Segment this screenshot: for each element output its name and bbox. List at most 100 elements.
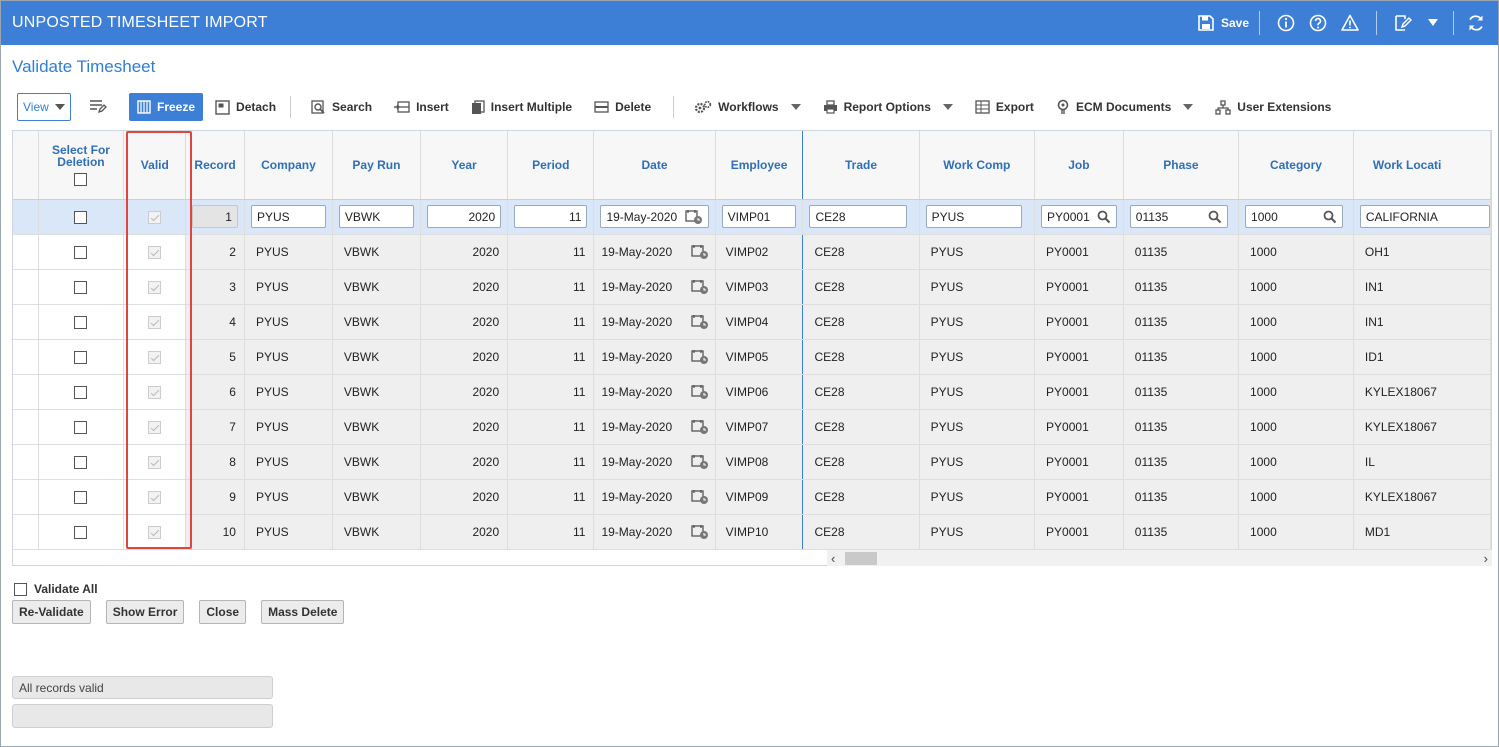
export-button[interactable]: Export	[967, 93, 1042, 121]
category-cell[interactable]: 1000	[1238, 269, 1354, 305]
select-for-deletion-checkbox[interactable]	[74, 350, 88, 364]
work-location-cell[interactable]: KYLEX18067	[1353, 409, 1491, 445]
period-cell[interactable]: 11	[507, 269, 595, 305]
work-location-input[interactable]: CALIFORNIA	[1359, 205, 1490, 228]
employee-cell[interactable]: VIMP06	[715, 374, 804, 410]
chevron-down-icon[interactable]	[1423, 13, 1443, 33]
period-cell[interactable]: 11	[507, 409, 595, 445]
edit-icon[interactable]	[1393, 13, 1413, 33]
date-cell[interactable]: 19-May-2020	[593, 234, 716, 270]
table-row[interactable]: 8 PYUS VBWK 2020 11 19-May-2020 VIMP08 CE28 PYUS…	[13, 444, 1491, 480]
pay-run-cell[interactable]: VBWK	[332, 409, 421, 445]
phase-cell[interactable]: 01135	[1123, 409, 1240, 445]
detach-button[interactable]: Detach	[207, 93, 284, 121]
select-for-deletion-checkbox[interactable]	[74, 420, 88, 434]
work-comp-input[interactable]: PYUS	[925, 205, 1023, 228]
select-for-deletion-checkbox[interactable]	[74, 210, 88, 224]
company-cell[interactable]: PYUS	[244, 409, 333, 445]
delete-button[interactable]: Delete	[586, 93, 659, 121]
pay-run-cell[interactable]: VBWK	[332, 514, 421, 550]
period-cell[interactable]: 11	[507, 514, 595, 550]
job-cell[interactable]: PY0001	[1034, 234, 1124, 270]
ecm-documents-button[interactable]: ECM Documents	[1048, 93, 1201, 121]
pay-run-cell[interactable]: VBWK	[332, 374, 421, 410]
table-row[interactable]: 4 PYUS VBWK 2020 11 19-May-2020 VIMP04 CE28 PYUS…	[13, 304, 1491, 340]
info-icon[interactable]	[1276, 13, 1296, 33]
work-location-cell[interactable]: KYLEX18067	[1353, 479, 1491, 515]
date-cell[interactable]: 19-May-2020	[593, 514, 716, 550]
validate-all-option[interactable]: Validate All	[14, 582, 98, 596]
row-indicator[interactable]	[13, 269, 39, 305]
select-for-deletion-checkbox[interactable]	[74, 385, 88, 399]
category-cell[interactable]: 1000	[1238, 234, 1354, 270]
period-cell[interactable]: 11	[507, 339, 595, 375]
year-cell[interactable]: 2020	[420, 479, 509, 515]
category-input[interactable]: 1000	[1245, 205, 1343, 228]
table-row[interactable]: 3 PYUS VBWK 2020 11 19-May-2020 VIMP03 CE28 PYUS…	[13, 269, 1491, 305]
trade-input[interactable]: CE28	[809, 205, 907, 228]
year-cell[interactable]: 2020	[420, 304, 509, 340]
phase-cell[interactable]: 01135	[1123, 304, 1240, 340]
date-cell[interactable]: 19-May-2020	[593, 374, 716, 410]
column-header-employee[interactable]: Employee	[715, 131, 804, 200]
year-cell[interactable]: 2020	[420, 234, 509, 270]
category-cell[interactable]: 1000	[1238, 304, 1354, 340]
calendar-icon[interactable]	[690, 349, 709, 365]
calendar-icon[interactable]	[684, 209, 703, 225]
column-header-year[interactable]: Year	[420, 131, 509, 200]
table-row[interactable]: 2 PYUS VBWK 2020 11 19-May-2020 VIMP02 CE28 PYUS…	[13, 234, 1491, 270]
scrollbar-thumb[interactable]	[845, 552, 877, 565]
work-comp-cell[interactable]: PYUS	[919, 269, 1036, 305]
date-cell[interactable]: 19-May-2020	[593, 409, 716, 445]
calendar-icon[interactable]	[690, 384, 709, 400]
table-row[interactable]: 1 PYUS VBWK 2020 11 19-May-2020 VIMP01 C…	[13, 199, 1491, 235]
calendar-icon[interactable]	[690, 489, 709, 505]
year-cell[interactable]: 2020	[420, 269, 509, 305]
select-for-deletion-checkbox[interactable]	[74, 280, 88, 294]
column-header-trade[interactable]: Trade	[802, 131, 920, 200]
column-header-work-location[interactable]: Work Locati	[1353, 131, 1491, 200]
user-extensions-button[interactable]: User Extensions	[1207, 93, 1339, 121]
phase-cell[interactable]: 01135	[1123, 234, 1240, 270]
work-comp-cell[interactable]: PYUS	[919, 304, 1036, 340]
report-options-button[interactable]: Report Options	[815, 93, 961, 121]
job-cell[interactable]: PY0001	[1034, 269, 1124, 305]
row-indicator[interactable]	[13, 374, 39, 410]
company-cell[interactable]: PYUS	[244, 374, 333, 410]
job-input[interactable]: PY0001	[1041, 205, 1117, 228]
column-header-period[interactable]: Period	[507, 131, 595, 200]
trade-cell[interactable]: CE28	[802, 304, 920, 340]
work-location-cell[interactable]: IN1	[1353, 304, 1491, 340]
pay-run-input[interactable]: VBWK	[338, 205, 414, 228]
phase-cell[interactable]: 01135	[1123, 374, 1240, 410]
work-comp-cell[interactable]: PYUS	[919, 409, 1036, 445]
row-indicator[interactable]	[13, 479, 39, 515]
column-header-valid[interactable]: Valid	[123, 131, 187, 200]
employee-input[interactable]: VIMP01	[721, 205, 797, 228]
year-cell[interactable]: 2020	[420, 339, 509, 375]
column-header-phase[interactable]: Phase	[1123, 131, 1240, 200]
select-all-checkbox[interactable]	[74, 172, 88, 186]
pay-run-cell[interactable]: VBWK	[332, 234, 421, 270]
work-comp-cell[interactable]: PYUS	[919, 339, 1036, 375]
select-for-deletion-checkbox[interactable]	[74, 245, 88, 259]
company-cell[interactable]: PYUS	[244, 339, 333, 375]
mass-delete-button[interactable]: Mass Delete	[261, 600, 345, 624]
year-cell[interactable]: 2020	[420, 514, 509, 550]
calendar-icon[interactable]	[690, 524, 709, 540]
year-cell[interactable]: 2020	[420, 374, 509, 410]
date-cell[interactable]: 19-May-2020	[593, 479, 716, 515]
row-indicator[interactable]	[13, 199, 39, 235]
category-cell[interactable]: 1000	[1238, 409, 1354, 445]
search-icon[interactable]	[1208, 210, 1222, 227]
pay-run-cell[interactable]: VBWK	[332, 339, 421, 375]
date-cell[interactable]: 19-May-2020	[593, 304, 716, 340]
calendar-icon[interactable]	[690, 279, 709, 295]
calendar-icon[interactable]	[690, 244, 709, 260]
date-cell[interactable]: 19-May-2020	[593, 339, 716, 375]
work-comp-cell[interactable]: PYUS	[919, 514, 1036, 550]
column-header-category[interactable]: Category	[1238, 131, 1354, 200]
grid-settings-button[interactable]	[81, 93, 121, 121]
workflows-button[interactable]: Workflows	[686, 93, 808, 121]
job-cell[interactable]: PY0001	[1034, 339, 1124, 375]
